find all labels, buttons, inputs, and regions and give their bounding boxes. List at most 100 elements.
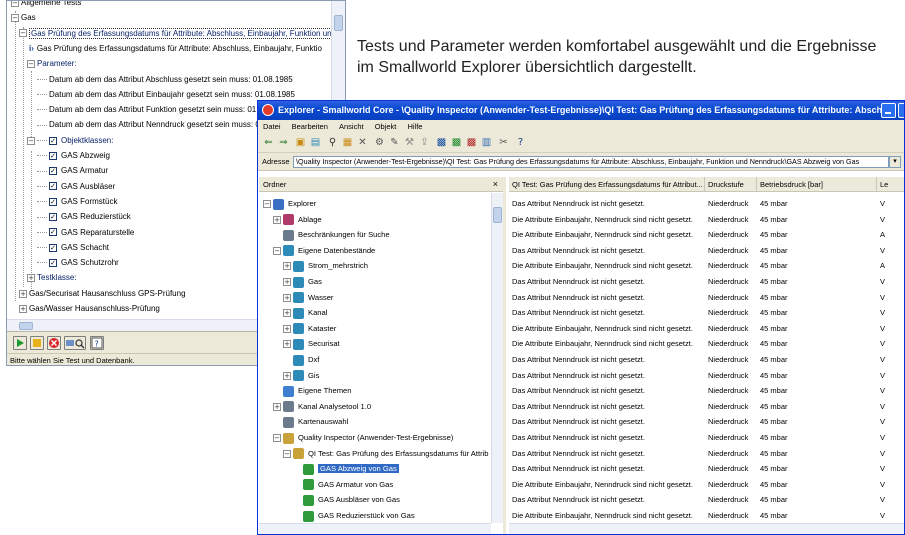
inspect-button[interactable]: [64, 336, 86, 350]
expand-toggle[interactable]: +: [19, 289, 27, 298]
report-icon[interactable]: ▩: [465, 136, 478, 149]
tree-item[interactable]: ✓ GAS Schacht: [37, 240, 109, 256]
folder-item[interactable]: − QI Test: Gas Prüfung des Erfassungsdatu…: [283, 445, 489, 462]
menu-datei[interactable]: Datei: [263, 122, 281, 131]
back-icon[interactable]: ⇐: [262, 136, 275, 149]
scroll-thumb[interactable]: [493, 207, 502, 223]
checkbox[interactable]: ✓: [49, 136, 57, 145]
expand-toggle[interactable]: +: [19, 304, 27, 313]
table-row[interactable]: Das Attribut Nenndruck ist nicht gesetzt…: [509, 445, 904, 462]
expand-toggle[interactable]: +: [273, 215, 281, 224]
folder-item[interactable]: + Securisat: [283, 335, 340, 352]
folder-item[interactable]: Beschränkungen für Suche: [273, 226, 390, 243]
table-row[interactable]: Das Attribut Nenndruck ist nicht gesetzt…: [509, 289, 904, 306]
folder-item[interactable]: GAS Abzweig von Gas: [293, 460, 399, 477]
tree-item[interactable]: − Gas: [11, 10, 36, 26]
expand-toggle[interactable]: +: [27, 274, 35, 283]
checkbox[interactable]: ✓: [49, 258, 57, 267]
table-row[interactable]: Das Attribut Nenndruck ist nicht gesetzt…: [509, 273, 904, 290]
folder-item[interactable]: − Quality Inspector (Anwender-Test-Ergebn…: [273, 429, 453, 446]
delete-icon[interactable]: ✕: [356, 136, 369, 149]
help-button[interactable]: ?: [90, 336, 104, 350]
collapse-toggle[interactable]: −: [19, 29, 27, 38]
table-row[interactable]: Die Attribute Einbaujahr, Nenndruck sind…: [509, 476, 904, 493]
address-input[interactable]: \Quality Inspector (Anwender-Test-Ergebn…: [293, 156, 889, 168]
tree-item[interactable]: +Gas/Wasser Hausanschluss-Prüfung: [19, 301, 160, 317]
menu-objekt[interactable]: Objekt: [375, 122, 397, 131]
checkbox[interactable]: ✓: [49, 151, 57, 160]
tree-item[interactable]: ✓ GAS Reparaturstelle: [37, 225, 134, 241]
checkbox[interactable]: ✓: [49, 228, 57, 237]
folder-item[interactable]: + Strom_mehrstrich: [283, 257, 368, 274]
folder-up-icon[interactable]: ▣: [294, 136, 307, 149]
table-row[interactable]: Das Attribut Nenndruck ist nicht gesetzt…: [509, 491, 904, 508]
expand-toggle[interactable]: +: [283, 293, 291, 302]
tree-item[interactable]: + Gas/Securisat Hausanschluss GPS-Prüfung: [19, 286, 186, 302]
column-header[interactable]: Druckstufe: [705, 177, 757, 192]
table-row[interactable]: Das Attribut Nenndruck ist nicht gesetzt…: [509, 304, 904, 321]
scroll-thumb[interactable]: [334, 15, 343, 31]
tree-item[interactable]: ✓ GAS Schutzrohr: [37, 255, 119, 271]
expand-toggle[interactable]: +: [273, 402, 281, 411]
run-button[interactable]: [13, 336, 27, 350]
expand-toggle[interactable]: +: [283, 371, 291, 380]
tree-item[interactable]: ✓ GAS Abzweig: [37, 148, 110, 164]
word-export-icon[interactable]: ▩: [435, 136, 448, 149]
table-row[interactable]: Das Attribut Nenndruck ist nicht gesetzt…: [509, 460, 904, 477]
table-row[interactable]: Die Attribute Einbaujahr, Nenndruck sind…: [509, 320, 904, 337]
export-icon[interactable]: ⇪: [418, 136, 431, 149]
collapse-toggle[interactable]: −: [11, 14, 19, 23]
tree-item[interactable]: Datum ab dem das Attribut Abschluss gese…: [37, 72, 293, 88]
menu-bearbeiten[interactable]: Bearbeiten: [292, 122, 328, 131]
maximize-button[interactable]: [898, 103, 904, 118]
expand-toggle[interactable]: +: [283, 278, 291, 286]
tree-item[interactable]: − Parameter:: [27, 56, 77, 72]
checkbox[interactable]: ✓: [49, 182, 57, 191]
edit-icon[interactable]: ✎: [388, 136, 401, 149]
column-header[interactable]: QI Test: Gas Prüfung des Erfassungsdatum…: [509, 177, 705, 192]
tree-item[interactable]: Datum ab dem das Attribut Funktion geset…: [37, 102, 287, 118]
table-row[interactable]: Die Attribute Einbaujahr, Nenndruck sind…: [509, 507, 904, 524]
horizontal-scrollbar[interactable]: [509, 523, 904, 534]
folder-item[interactable]: + Ablage: [273, 211, 322, 228]
tree-item[interactable]: + Testklasse:: [27, 270, 77, 286]
chart-icon[interactable]: ▥: [480, 136, 493, 149]
tree-item[interactable]: ✓ GAS Ausbläser: [37, 179, 115, 195]
pause-button[interactable]: [30, 336, 44, 350]
folder-item[interactable]: GAS Ausbläser von Gas: [293, 491, 400, 508]
folders-icon[interactable]: ▦: [341, 136, 354, 149]
folder-item[interactable]: + Kanal Analysetool 1.0: [273, 398, 371, 415]
scroll-thumb[interactable]: [19, 322, 33, 330]
stop-button[interactable]: [47, 336, 61, 350]
expand-toggle[interactable]: +: [283, 340, 291, 349]
help-icon[interactable]: ?: [514, 136, 527, 149]
expand-toggle[interactable]: +: [283, 262, 291, 271]
forward-icon[interactable]: ⇒: [277, 136, 290, 149]
tree-item[interactable]: i› Gas Prüfung des Erfassungsdatums für A…: [29, 41, 322, 57]
checkbox[interactable]: ✓: [49, 213, 57, 222]
tree-item[interactable]: − Gas Prüfung des Erfassungsdatums für At…: [19, 26, 333, 42]
folder-item[interactable]: − Eigene Datenbestände: [273, 242, 375, 259]
horizontal-scrollbar[interactable]: [259, 523, 491, 534]
collapse-toggle[interactable]: −: [11, 1, 19, 7]
tree-item[interactable]: − ✓ Objektklassen:: [27, 133, 113, 149]
properties-icon[interactable]: ⚙: [373, 136, 386, 149]
tree-item[interactable]: ✓ GAS Armatur: [37, 163, 108, 179]
folder-item[interactable]: GAS Reduzierstück von Gas: [293, 507, 415, 524]
collapse-toggle[interactable]: −: [273, 246, 281, 255]
table-row[interactable]: Die Attribute Einbaujahr, Nenndruck sind…: [509, 257, 904, 274]
table-row[interactable]: Das Attribut Nenndruck ist nicht gesetzt…: [509, 413, 904, 430]
folder-item[interactable]: Kartenauswahl: [273, 413, 348, 430]
collapse-toggle[interactable]: −: [273, 434, 281, 442]
title-bar[interactable]: Explorer - Smallworld Core - \Quality In…: [258, 101, 904, 120]
collapse-toggle[interactable]: −: [27, 60, 35, 69]
table-row[interactable]: Die Attribute Einbaujahr, Nenndruck sind…: [509, 211, 904, 228]
menu-hilfe[interactable]: Hilfe: [407, 122, 422, 131]
minimize-button[interactable]: [881, 103, 896, 118]
table-row[interactable]: Das Attribut Nenndruck ist nicht gesetzt…: [509, 242, 904, 259]
table-row[interactable]: Das Attribut Nenndruck ist nicht gesetzt…: [509, 195, 904, 212]
table-row[interactable]: Das Attribut Nenndruck ist nicht gesetzt…: [509, 351, 904, 368]
copy-icon[interactable]: ▤: [309, 136, 322, 149]
folder-item[interactable]: + Gis: [283, 367, 319, 384]
table-row[interactable]: Das Attribut Nenndruck ist nicht gesetzt…: [509, 382, 904, 399]
